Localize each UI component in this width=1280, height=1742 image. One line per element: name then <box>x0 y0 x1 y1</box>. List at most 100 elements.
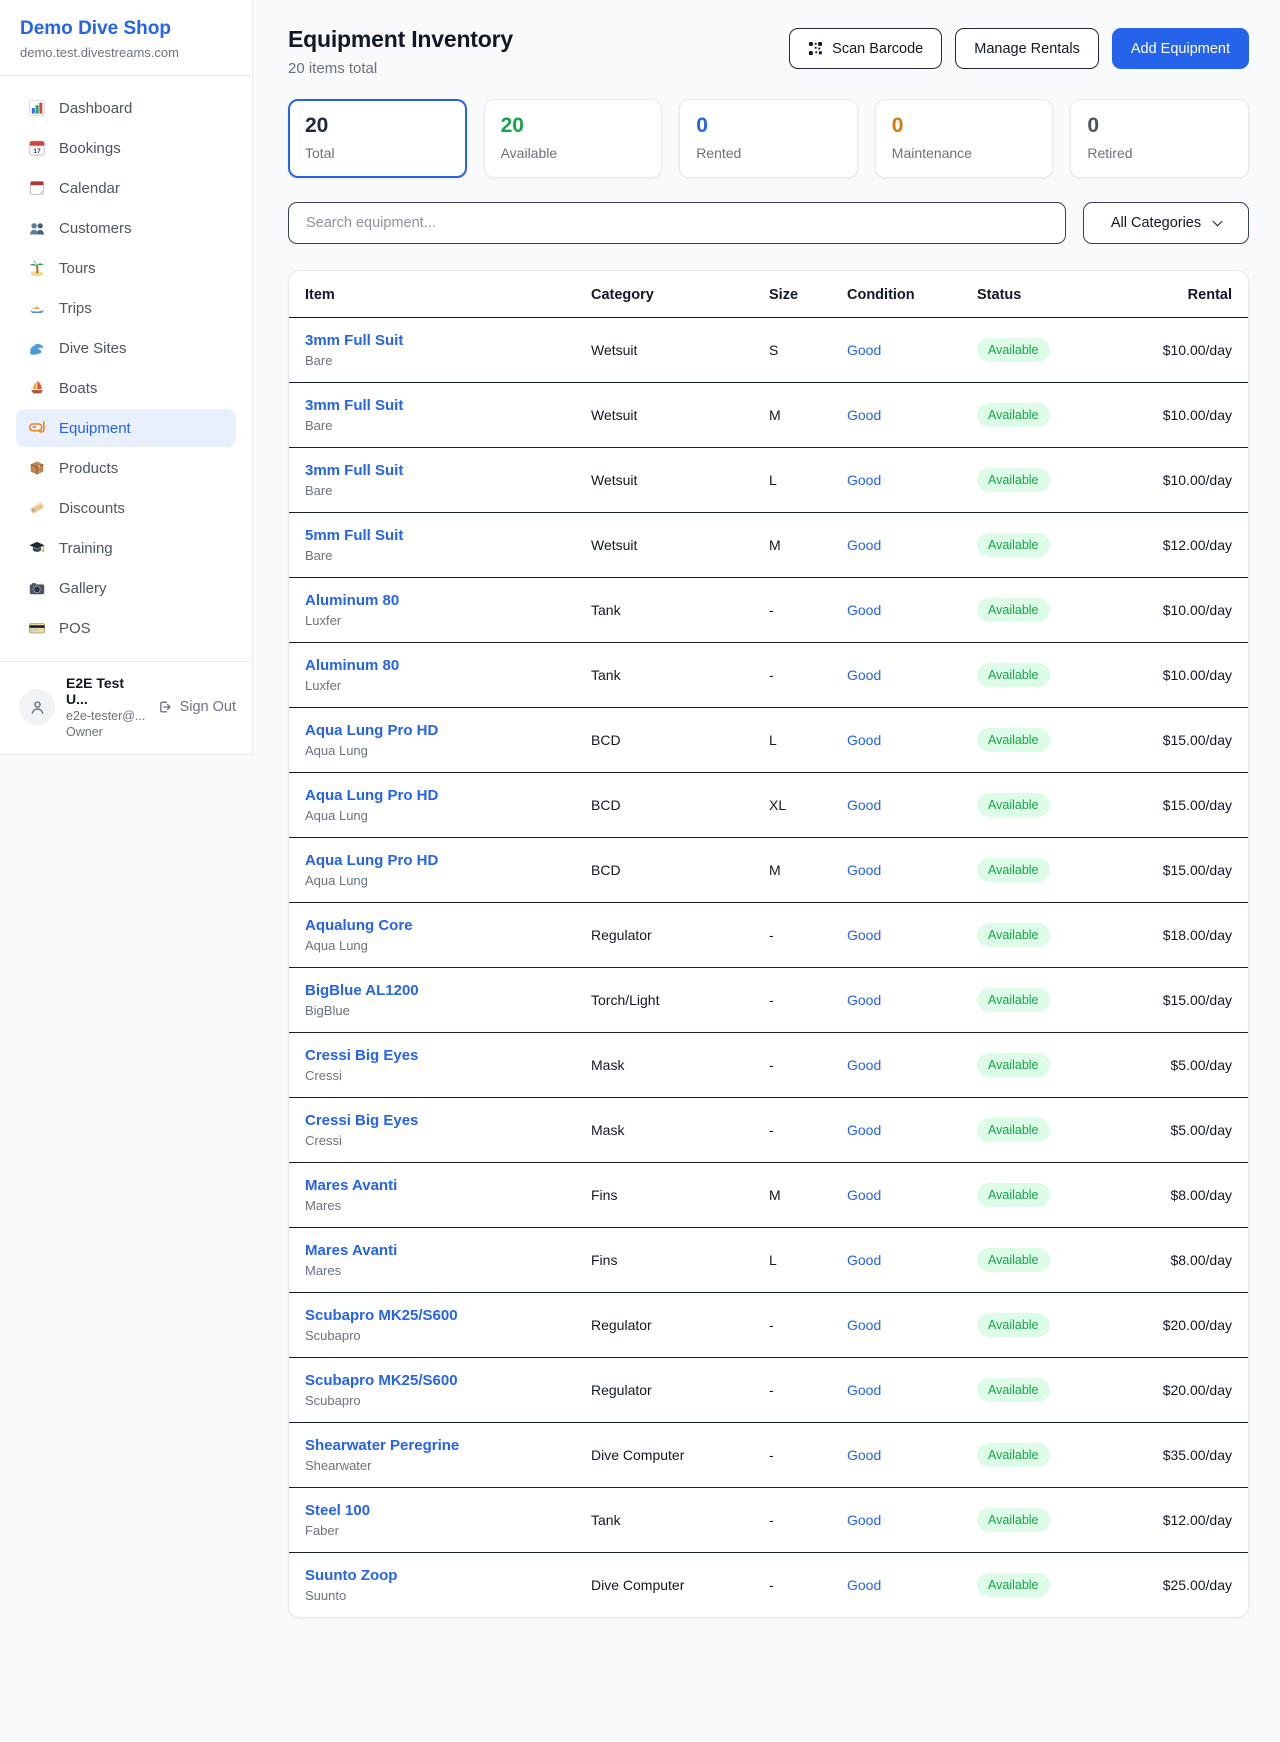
item-name-link[interactable]: 3mm Full Suit <box>305 332 403 349</box>
table-row: Scubapro MK25/S600 Scubapro Regulator - … <box>289 1293 1248 1358</box>
training-icon <box>28 539 46 557</box>
item-brand: Luxfer <box>305 678 591 693</box>
item-condition[interactable]: Good <box>847 1057 977 1073</box>
item-condition[interactable]: Good <box>847 992 977 1008</box>
item-name-link[interactable]: Scubapro MK25/S600 <box>305 1307 458 1324</box>
shop-name[interactable]: Demo Dive Shop <box>20 18 232 40</box>
item-brand: Bare <box>305 353 591 368</box>
stat-card-maintenance[interactable]: 0 Maintenance <box>875 99 1054 178</box>
sidebar-item-bookings[interactable]: 17 Bookings <box>16 129 236 167</box>
item-name-link[interactable]: 5mm Full Suit <box>305 527 403 544</box>
item-rental: $15.00/day <box>1147 992 1232 1008</box>
item-size: - <box>769 1512 847 1528</box>
item-name-link[interactable]: Steel 100 <box>305 1502 370 1519</box>
sidebar-item-dashboard[interactable]: Dashboard <box>16 89 236 127</box>
item-size: - <box>769 1382 847 1398</box>
item-name-link[interactable]: Aqua Lung Pro HD <box>305 787 438 804</box>
add-equipment-button[interactable]: Add Equipment <box>1112 28 1249 69</box>
search-input[interactable] <box>288 202 1066 244</box>
item-brand: Mares <box>305 1198 591 1213</box>
sidebar-item-boats[interactable]: Boats <box>16 369 236 407</box>
stat-card-total[interactable]: 20 Total <box>288 99 467 178</box>
item-brand: Cressi <box>305 1068 591 1083</box>
item-cell: Scubapro MK25/S600 Scubapro <box>305 1307 591 1343</box>
item-name-link[interactable]: Cressi Big Eyes <box>305 1112 418 1129</box>
stat-card-available[interactable]: 20 Available <box>484 99 663 178</box>
item-condition[interactable]: Good <box>847 862 977 878</box>
stat-value: 0 <box>892 114 1037 138</box>
sidebar-item-calendar[interactable]: Calendar <box>16 169 236 207</box>
sidebar-item-discounts[interactable]: Discounts <box>16 489 236 527</box>
sidebar-item-pos[interactable]: POS <box>16 609 236 647</box>
sign-out-button[interactable]: Sign Out <box>157 699 238 715</box>
stat-card-rented[interactable]: 0 Rented <box>679 99 858 178</box>
item-cell: 3mm Full Suit Bare <box>305 397 591 433</box>
item-condition[interactable]: Good <box>847 1512 977 1528</box>
item-condition[interactable]: Good <box>847 472 977 488</box>
item-size: - <box>769 1122 847 1138</box>
item-brand: Suunto <box>305 1588 591 1603</box>
item-name-link[interactable]: Cressi Big Eyes <box>305 1047 418 1064</box>
sidebar-item-equipment[interactable]: Equipment <box>16 409 236 447</box>
avatar <box>19 689 55 725</box>
item-condition[interactable]: Good <box>847 1447 977 1463</box>
status-badge: Available <box>977 728 1050 752</box>
status-cell: Available <box>977 728 1147 752</box>
item-name-link[interactable]: Aqua Lung Pro HD <box>305 852 438 869</box>
status-badge: Available <box>977 338 1050 362</box>
item-condition[interactable]: Good <box>847 342 977 358</box>
sidebar-item-tours[interactable]: Tours <box>16 249 236 287</box>
stat-card-retired[interactable]: 0 Retired <box>1070 99 1249 178</box>
item-condition[interactable]: Good <box>847 732 977 748</box>
sidebar-item-products[interactable]: Products <box>16 449 236 487</box>
item-condition[interactable]: Good <box>847 1382 977 1398</box>
item-name-link[interactable]: Aqua Lung Pro HD <box>305 722 438 739</box>
sidebar-item-customers[interactable]: Customers <box>16 209 236 247</box>
item-condition[interactable]: Good <box>847 602 977 618</box>
item-condition[interactable]: Good <box>847 1122 977 1138</box>
item-name-link[interactable]: 3mm Full Suit <box>305 462 403 479</box>
manage-rentals-button[interactable]: Manage Rentals <box>955 28 1099 69</box>
sidebar-item-trips[interactable]: Trips <box>16 289 236 327</box>
category-filter[interactable]: All Categories <box>1083 202 1249 244</box>
scan-barcode-button[interactable]: Scan Barcode <box>789 28 942 69</box>
item-condition[interactable]: Good <box>847 1252 977 1268</box>
item-size: L <box>769 732 847 748</box>
item-size: L <box>769 472 847 488</box>
item-condition[interactable]: Good <box>847 1577 977 1593</box>
item-name-link[interactable]: Aqualung Core <box>305 917 413 934</box>
table-row: 3mm Full Suit Bare Wetsuit M Good Availa… <box>289 383 1248 448</box>
item-size: - <box>769 1317 847 1333</box>
item-condition[interactable]: Good <box>847 667 977 683</box>
sidebar-item-dive-sites[interactable]: Dive Sites <box>16 329 236 367</box>
status-badge: Available <box>977 1378 1050 1402</box>
item-name-link[interactable]: Scubapro MK25/S600 <box>305 1372 458 1389</box>
item-condition[interactable]: Good <box>847 1317 977 1333</box>
item-condition[interactable]: Good <box>847 407 977 423</box>
item-rental: $10.00/day <box>1147 472 1232 488</box>
item-name-link[interactable]: Aluminum 80 <box>305 592 399 609</box>
item-size: M <box>769 862 847 878</box>
item-brand: Aqua Lung <box>305 743 591 758</box>
stat-value: 0 <box>1087 114 1232 138</box>
stat-label: Maintenance <box>892 145 1037 161</box>
item-condition[interactable]: Good <box>847 927 977 943</box>
item-condition[interactable]: Good <box>847 537 977 553</box>
table-header: Item Category Size Condition Status Rent… <box>289 271 1248 318</box>
sidebar-item-gallery[interactable]: Gallery <box>16 569 236 607</box>
item-cell: Aluminum 80 Luxfer <box>305 592 591 628</box>
item-condition[interactable]: Good <box>847 1187 977 1203</box>
item-name-link[interactable]: 3mm Full Suit <box>305 397 403 414</box>
item-name-link[interactable]: Suunto Zoop <box>305 1567 397 1584</box>
sidebar-item-training[interactable]: Training <box>16 529 236 567</box>
page-title: Equipment Inventory <box>288 26 513 53</box>
item-name-link[interactable]: Aluminum 80 <box>305 657 399 674</box>
item-name-link[interactable]: Shearwater Peregrine <box>305 1437 459 1454</box>
item-name-link[interactable]: Mares Avanti <box>305 1242 397 1259</box>
item-condition[interactable]: Good <box>847 797 977 813</box>
item-cell: Steel 100 Faber <box>305 1502 591 1538</box>
item-name-link[interactable]: BigBlue AL1200 <box>305 982 419 999</box>
user-info: E2E Test U... e2e-tester@... Owner <box>66 675 146 739</box>
category-filter-value: All Categories <box>1111 215 1201 231</box>
item-name-link[interactable]: Mares Avanti <box>305 1177 397 1194</box>
